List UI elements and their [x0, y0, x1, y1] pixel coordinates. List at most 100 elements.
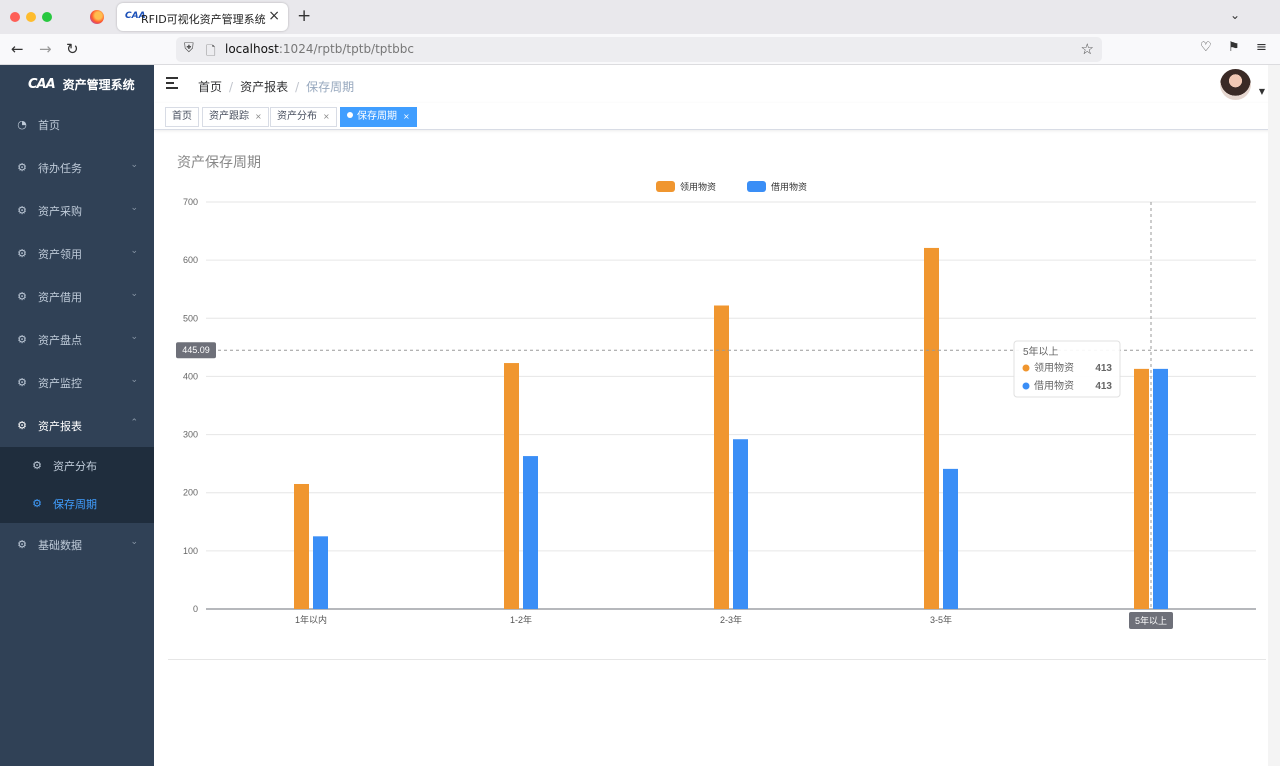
tag-home[interactable]: 首页: [165, 107, 199, 127]
active-dot-icon: [347, 112, 353, 118]
chevron-down-icon: ⌄: [130, 289, 138, 299]
tag-distribution[interactable]: 资产分布 ×: [270, 107, 337, 127]
shield-icon[interactable]: ⛨: [184, 41, 194, 56]
back-icon[interactable]: ←: [11, 40, 24, 58]
tags-view: 首页 资产跟踪 × 资产分布 × 保存周期 ×: [154, 103, 1280, 130]
sidebar-item-basedata[interactable]: ⚙ 基础数据 ⌄: [0, 523, 154, 566]
tooltip-series-name: 领用物资: [1034, 361, 1074, 374]
gear-icon: ⚙: [32, 497, 42, 510]
scrollbar-track[interactable]: [1268, 65, 1280, 766]
new-tab-icon[interactable]: +: [297, 6, 311, 26]
sidebar-item-monitor[interactable]: ⚙ 资产监控 ⌄: [0, 361, 154, 404]
y-axis-pointer-label: 445.09: [182, 345, 210, 355]
chevron-down-icon: ⌄: [130, 160, 138, 170]
chevron-up-icon: ⌃: [130, 418, 138, 428]
reload-icon[interactable]: ↻: [66, 40, 79, 58]
x-tick-label: 1-2年: [510, 614, 532, 625]
gear-icon: ⚙: [17, 160, 27, 174]
avatar[interactable]: [1220, 69, 1251, 100]
y-tick-label: 600: [183, 255, 198, 265]
sidebar-subitem-distribution[interactable]: ⚙ 资产分布: [0, 447, 154, 485]
sidebar-item-label: 待办任务: [38, 161, 82, 175]
chart-card: 0 100 200 300 400 500 600 700 1年以内 1-2年 2-3年 3-5年 5年…: [168, 135, 1266, 660]
legend-swatch: [747, 181, 766, 192]
y-tick-label: 400: [183, 371, 198, 381]
legend-label: 领用物资: [680, 181, 716, 192]
x-tick-label: 3-5年: [930, 614, 952, 625]
url-text: localhost:1024/rptb/tptb/tptbbc: [225, 42, 414, 56]
browser-tab[interactable]: CAA RFID可视化资产管理系统 ×: [117, 3, 288, 31]
window-close-button[interactable]: [10, 12, 20, 22]
chevron-down-icon: ⌄: [130, 375, 138, 385]
menu-icon[interactable]: ≡: [1256, 40, 1267, 55]
gear-icon: ⚙: [17, 537, 27, 551]
x-tick-label: 2-3年: [720, 614, 742, 625]
bar-requisition: [714, 305, 729, 609]
navbar: 首页 / 资产报表 / 保存周期 ▼: [154, 65, 1280, 103]
sidebar-item-label: 资产借用: [38, 290, 82, 304]
sidebar-item-todo[interactable]: ⚙ 待办任务 ⌄: [0, 146, 154, 189]
sidebar-item-label: 资产采购: [38, 204, 82, 218]
sidebar-logo[interactable]: CAA 资产管理系统: [0, 65, 154, 103]
sidebar-item-inventory[interactable]: ⚙ 资产盘点 ⌄: [0, 318, 154, 361]
main-content: 首页 / 资产报表 / 保存周期 ▼ 首页 资产跟踪 × 资产分布 × 保存周期 × 0 100…: [154, 65, 1280, 766]
window-zoom-button[interactable]: [42, 12, 52, 22]
tag-tracking[interactable]: 资产跟踪 ×: [202, 107, 269, 127]
tab-list-icon[interactable]: ⌄: [1230, 8, 1240, 22]
tab-close-icon[interactable]: ×: [268, 8, 280, 24]
bar-borrow: [943, 468, 958, 609]
y-tick-label: 300: [183, 430, 198, 440]
sidebar-item-borrow[interactable]: ⚙ 资产借用 ⌄: [0, 275, 154, 318]
sidebar-item-purchase[interactable]: ⚙ 资产采购 ⌄: [0, 189, 154, 232]
hamburger-icon[interactable]: [166, 77, 180, 89]
chevron-down-icon: ⌄: [130, 203, 138, 213]
caret-down-icon[interactable]: ▼: [1259, 87, 1265, 96]
bar-chart[interactable]: 0 100 200 300 400 500 600 700 1年以内 1-2年 2-3年 3-5年 5年…: [168, 135, 1266, 660]
tooltip-value: 413: [1095, 381, 1112, 392]
breadcrumb-home[interactable]: 首页: [198, 80, 222, 94]
extensions-icon[interactable]: ⚑: [1228, 40, 1240, 55]
bar-borrow: [313, 536, 328, 609]
legend-label: 借用物资: [771, 181, 807, 192]
sidebar-item-label: 首页: [38, 118, 60, 132]
bookmark-star-icon[interactable]: ☆: [1081, 40, 1094, 58]
breadcrumb-current: 保存周期: [306, 80, 355, 94]
sidebar-item-requisition[interactable]: ⚙ 资产领用 ⌄: [0, 232, 154, 275]
sidebar-item-reports[interactable]: ⚙ 资产报表 ⌃: [0, 404, 154, 447]
chevron-down-icon: ⌄: [130, 246, 138, 256]
sidebar-item-home[interactable]: ◔ 首页: [0, 103, 154, 146]
y-tick-label: 0: [193, 604, 198, 614]
tag-close-icon[interactable]: ×: [323, 112, 330, 121]
gear-icon: ⚙: [17, 418, 27, 432]
breadcrumb-reports[interactable]: 资产报表: [240, 80, 288, 94]
chevron-down-icon: ⌄: [130, 537, 138, 547]
tag-close-icon[interactable]: ×: [403, 112, 410, 121]
logo-text: 资产管理系统: [62, 77, 135, 92]
url-bar[interactable]: ⛨ 🗋 localhost:1024/rptb/tptb/tptbbc ☆: [176, 37, 1102, 62]
chevron-down-icon: ⌄: [130, 332, 138, 342]
sidebar-subitem-retention[interactable]: ⚙ 保存周期: [0, 485, 154, 523]
bar-borrow: [523, 456, 538, 609]
sidebar-submenu: ⚙ 资产分布 ⚙ 保存周期: [0, 447, 154, 523]
tooltip-title: 5年以上: [1023, 345, 1059, 358]
gear-icon: ⚙: [17, 246, 27, 260]
y-tick-label: 700: [183, 197, 198, 207]
tag-close-icon[interactable]: ×: [255, 112, 262, 121]
y-tick-label: 100: [183, 546, 198, 556]
sidebar-item-label: 资产盘点: [38, 333, 82, 347]
tooltip-series-name: 借用物资: [1034, 379, 1074, 392]
bar-requisition: [924, 247, 939, 609]
bar-requisition: [1134, 368, 1149, 609]
forward-icon[interactable]: →: [39, 40, 52, 58]
tooltip-marker: [1022, 364, 1030, 372]
sidebar-subitem-label: 保存周期: [53, 498, 97, 511]
logo-mark: CAA: [28, 76, 56, 92]
pocket-icon[interactable]: ♡: [1200, 40, 1212, 55]
window-minimize-button[interactable]: [26, 12, 36, 22]
sidebar-item-label: 资产监控: [38, 376, 82, 390]
tag-retention[interactable]: 保存周期 ×: [340, 107, 417, 127]
gear-icon: ⚙: [17, 375, 27, 389]
sidebar-item-label: 资产领用: [38, 247, 82, 261]
tag-label: 保存周期: [357, 111, 397, 122]
browser-nav-bar: ← → ↻ ⛨ 🗋 localhost:1024/rptb/tptb/tptbb…: [0, 34, 1280, 65]
